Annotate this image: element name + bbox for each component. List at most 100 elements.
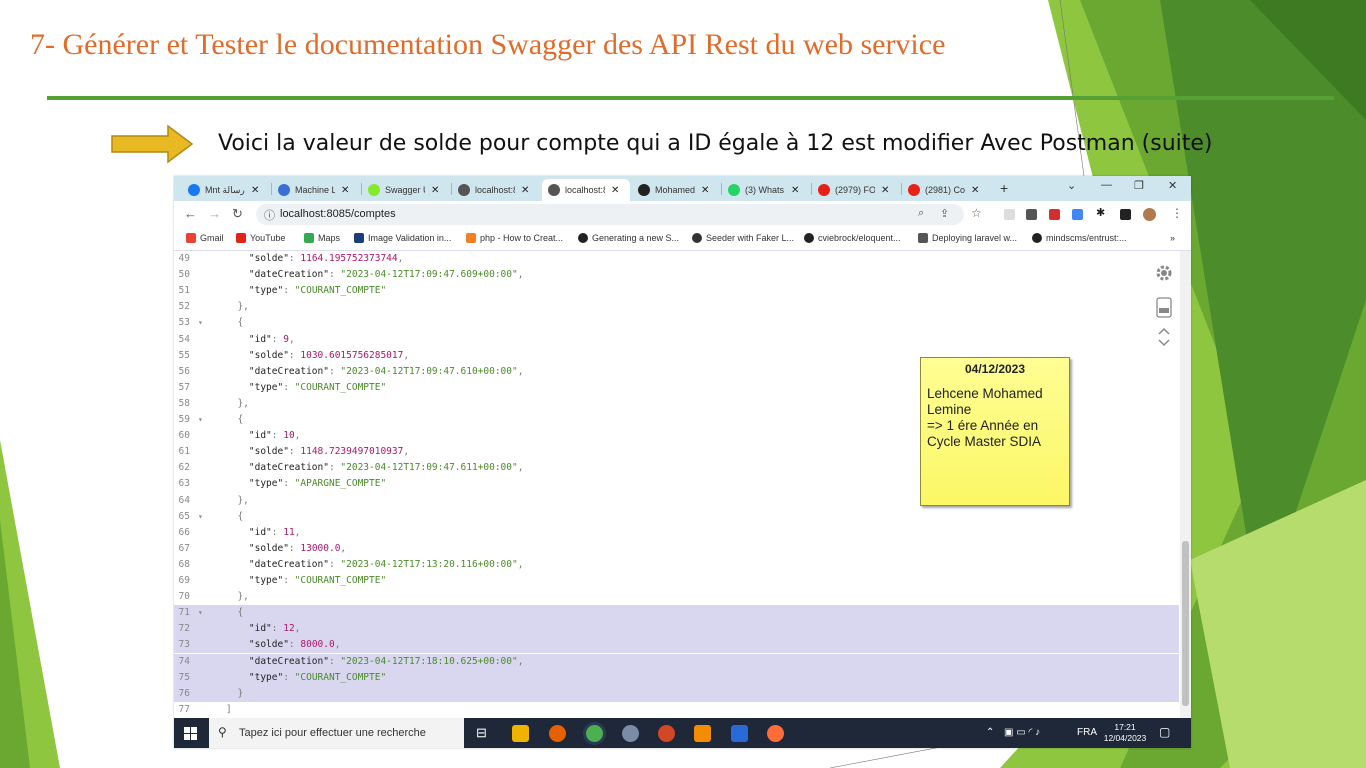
maps-icon bbox=[304, 233, 314, 243]
bookmark-item[interactable]: Deploying laravel w... bbox=[918, 233, 1017, 243]
vertical-scrollbar[interactable] bbox=[1180, 251, 1191, 718]
json-string: "2023-04-12T17:09:47.609+00:00" bbox=[340, 269, 518, 281]
bookmark-star-icon[interactable]: ☆ bbox=[971, 206, 982, 220]
minimize-button[interactable]: — bbox=[1101, 179, 1112, 191]
browser-tab[interactable]: localhost:8 ✕ bbox=[452, 179, 540, 201]
notifications-icon[interactable]: ▢ bbox=[1159, 725, 1170, 739]
file-explorer-icon[interactable] bbox=[512, 725, 529, 742]
close-tab-icon[interactable]: ✕ bbox=[521, 185, 529, 196]
browser-tab[interactable]: Swagger U ✕ bbox=[362, 179, 450, 201]
extensions-puzzle-icon[interactable]: ✱ bbox=[1096, 206, 1105, 219]
postman-icon[interactable] bbox=[767, 725, 784, 742]
powerpoint-icon[interactable] bbox=[658, 725, 675, 742]
extension-icon[interactable] bbox=[1004, 209, 1015, 220]
raw-document-icon[interactable] bbox=[1154, 296, 1174, 320]
line-number: 72 bbox=[178, 623, 190, 635]
browser-tab[interactable]: Mnt رسالة ✕ bbox=[182, 179, 270, 201]
zoom-icon[interactable]: ⌕ bbox=[918, 207, 924, 220]
firefox-icon[interactable] bbox=[549, 725, 566, 742]
share-icon[interactable]: ⇪ bbox=[940, 207, 949, 220]
facebook-icon bbox=[188, 184, 200, 196]
browser-tab[interactable]: localhost:8 ✕ bbox=[542, 179, 630, 201]
intellij-icon[interactable] bbox=[731, 725, 748, 742]
fold-toggle-icon[interactable]: ▾ bbox=[198, 509, 203, 525]
chrome-icon[interactable] bbox=[586, 725, 603, 742]
bookmark-item[interactable]: Maps bbox=[304, 233, 340, 243]
gear-icon[interactable] bbox=[1154, 263, 1174, 283]
bookmark-item[interactable]: Image Validation in... bbox=[354, 233, 451, 243]
browser-tab[interactable]: Mohamed ✕ bbox=[632, 179, 720, 201]
close-tab-icon[interactable]: ✕ bbox=[971, 185, 979, 196]
fold-toggle-icon[interactable]: ▾ bbox=[198, 412, 203, 428]
forward-button[interactable]: → bbox=[208, 206, 221, 221]
json-line: 70 }, bbox=[174, 589, 1179, 605]
tab-search-chevron-icon[interactable]: ⌄ bbox=[1067, 179, 1076, 192]
line-number: 73 bbox=[178, 639, 190, 651]
json-punct: : bbox=[328, 558, 341, 570]
back-button[interactable]: ← bbox=[184, 206, 197, 221]
vlc-icon[interactable] bbox=[694, 725, 711, 742]
close-tab-icon[interactable]: ✕ bbox=[881, 185, 889, 196]
json-code: "solde": 1030.6015756285017, bbox=[226, 348, 409, 364]
json-line: 74 "dateCreation": "2023-04-12T17:18:10.… bbox=[174, 653, 1179, 670]
taskbar-search-box[interactable]: ⚲ Tapez ici pour effectuer une recherche bbox=[209, 718, 464, 748]
bookmark-item[interactable]: php - How to Creat... bbox=[466, 233, 563, 243]
close-window-button[interactable]: ✕ bbox=[1168, 179, 1177, 192]
json-punct: : bbox=[271, 526, 284, 538]
side-panel-icon[interactable] bbox=[1120, 209, 1131, 220]
json-line: 71 ▾ { bbox=[174, 605, 1179, 622]
close-tab-icon[interactable]: ✕ bbox=[791, 185, 799, 196]
task-view-icon[interactable]: ⊟ bbox=[476, 725, 493, 742]
bookmark-item[interactable]: Generating a new S... bbox=[578, 233, 679, 243]
tray-chevron-icon[interactable]: ⌃ bbox=[986, 727, 994, 738]
bookmark-item[interactable]: cviebrock/eloquent... bbox=[804, 233, 901, 243]
keyboard-language[interactable]: FRA bbox=[1077, 727, 1097, 738]
send-icon bbox=[918, 233, 928, 243]
close-tab-icon[interactable]: ✕ bbox=[341, 185, 349, 196]
browser-tab[interactable]: (2979) FO ✕ bbox=[812, 179, 900, 201]
browser-tab[interactable]: (3) Whats ✕ bbox=[722, 179, 810, 201]
fold-toggle-icon[interactable]: ▾ bbox=[198, 315, 203, 331]
close-tab-icon[interactable]: ✕ bbox=[251, 185, 259, 196]
extension-icon[interactable] bbox=[1026, 209, 1037, 220]
taskbar-clock[interactable]: 17:21 12/04/2023 bbox=[1100, 722, 1150, 744]
reload-button[interactable]: ↻ bbox=[232, 206, 243, 222]
json-line: 76 } bbox=[174, 685, 1179, 702]
translate-extension-icon[interactable] bbox=[1072, 209, 1083, 220]
bookmark-item[interactable]: Gmail bbox=[186, 233, 224, 243]
bookmark-item[interactable]: mindscms/entrust:... bbox=[1032, 233, 1127, 243]
collapse-expand-icon[interactable] bbox=[1154, 325, 1174, 349]
pdf-extension-icon[interactable] bbox=[1049, 209, 1060, 220]
json-line: 53 ▾ { bbox=[174, 315, 1179, 331]
bookmark-item[interactable]: Seeder with Faker L... bbox=[692, 233, 794, 243]
bookmarks-bar: Gmail YouTube Maps Image Validation in... ph… bbox=[174, 228, 1191, 251]
json-code: { bbox=[226, 509, 243, 525]
app-icon[interactable] bbox=[622, 725, 639, 742]
more-bookmarks-button[interactable]: » bbox=[1170, 233, 1175, 243]
tab-label: (2981) Co bbox=[925, 185, 965, 195]
address-bar[interactable]: ⓘ localhost:8085/comptes ⌕ ⇪ bbox=[256, 204, 964, 225]
json-punct: , bbox=[517, 655, 524, 667]
fold-toggle-icon[interactable]: ▾ bbox=[198, 605, 203, 621]
json-code: "solde": 8000.0, bbox=[226, 637, 341, 653]
restore-button[interactable]: ❐ bbox=[1134, 179, 1144, 192]
json-punct: , bbox=[294, 526, 301, 538]
windows-start-icon[interactable] bbox=[184, 727, 197, 740]
bookmark-item[interactable]: YouTube bbox=[236, 233, 285, 243]
close-tab-icon[interactable]: ✕ bbox=[611, 185, 619, 196]
json-code: "solde": 1148.7239497010937, bbox=[226, 444, 409, 460]
menu-kebab-icon[interactable]: ⋮ bbox=[1171, 206, 1183, 220]
close-tab-icon[interactable]: ✕ bbox=[431, 185, 439, 196]
line-number: 70 bbox=[178, 591, 190, 603]
json-punct: , bbox=[294, 623, 301, 635]
scrollbar-thumb[interactable] bbox=[1182, 541, 1189, 706]
browser-tab[interactable]: (2981) Co ✕ bbox=[902, 179, 990, 201]
close-tab-icon[interactable]: ✕ bbox=[701, 185, 709, 196]
site-info-icon[interactable]: ⓘ bbox=[264, 207, 275, 223]
browser-tab[interactable]: Machine L ✕ bbox=[272, 179, 360, 201]
line-number: 75 bbox=[178, 671, 190, 683]
right-arrow-icon bbox=[111, 124, 194, 164]
profile-avatar[interactable] bbox=[1143, 208, 1156, 221]
tray-icons[interactable]: ▣ ▭ ◜ ♪ bbox=[1004, 727, 1040, 738]
new-tab-button[interactable]: + bbox=[1000, 180, 1008, 196]
